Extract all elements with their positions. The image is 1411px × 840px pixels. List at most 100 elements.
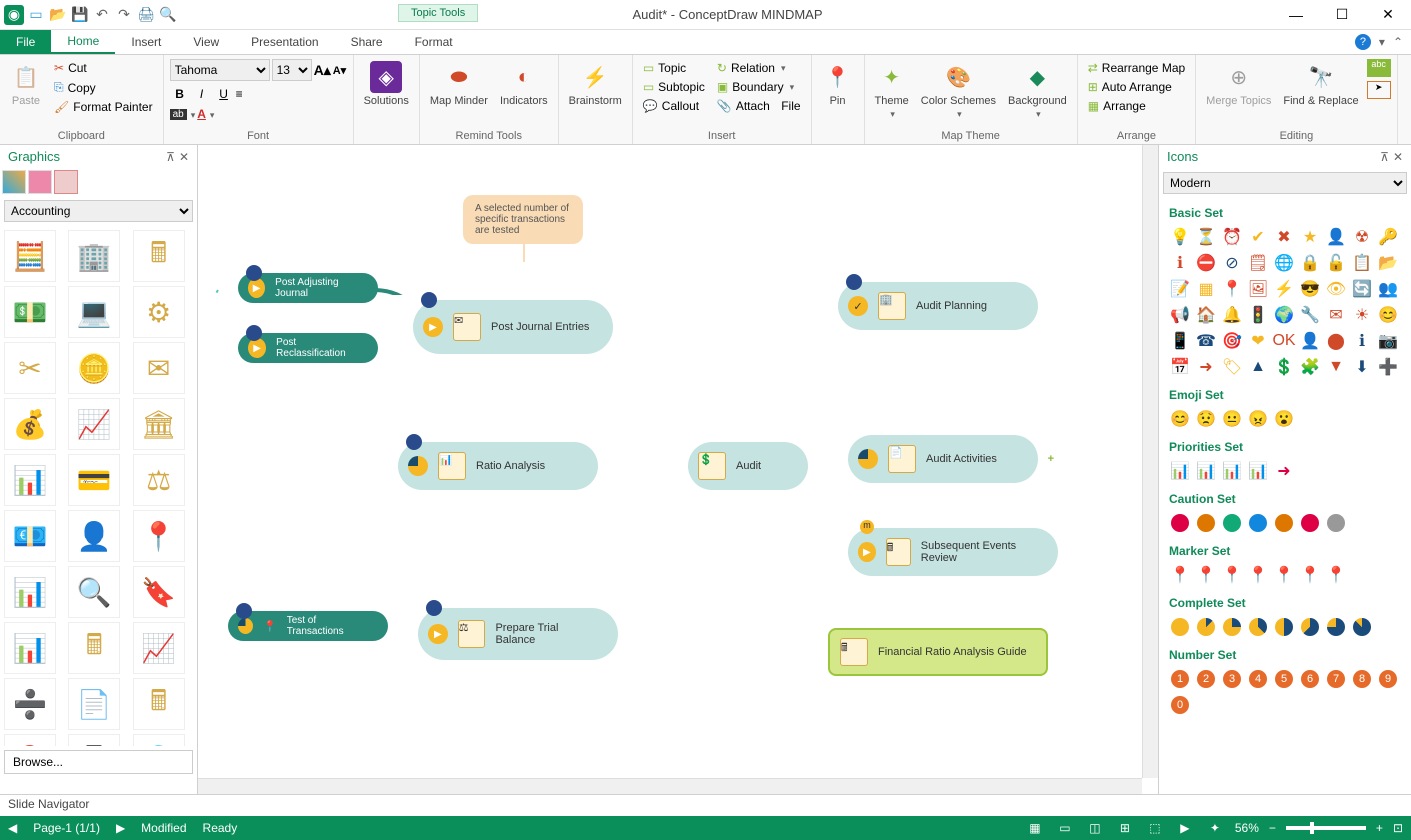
tab-presentation[interactable]: Presentation (235, 30, 334, 54)
complete-icon[interactable] (1351, 616, 1373, 638)
marker-icon[interactable]: 📍 (1169, 564, 1191, 586)
basic-icon[interactable]: ▼ (1325, 356, 1347, 378)
marker-icon[interactable]: 📍 (1325, 564, 1347, 586)
marker-icon[interactable]: 📍 (1195, 564, 1217, 586)
merge-topics-button[interactable]: ⊕Merge Topics (1202, 59, 1275, 109)
basic-icon[interactable]: ⊘ (1221, 252, 1243, 274)
browse-button[interactable]: Browse... (4, 750, 193, 774)
view-mode-2-icon[interactable]: ▭ (1055, 818, 1075, 838)
basic-icon[interactable]: 👁 (1325, 278, 1347, 300)
number-5-icon[interactable]: 5 (1273, 668, 1295, 690)
graphic-item[interactable]: 💵 (4, 286, 56, 338)
caution-icon[interactable] (1169, 512, 1191, 534)
horizontal-scrollbar[interactable] (198, 778, 1142, 794)
pin-panel-icon[interactable]: ⊼ (1380, 150, 1389, 164)
basic-icon[interactable]: 📅 (1169, 356, 1191, 378)
undo-icon[interactable]: ↶ (92, 5, 112, 25)
caution-icon[interactable] (1273, 512, 1295, 534)
basic-icon[interactable]: ✖ (1273, 226, 1295, 248)
relation-button[interactable]: ↻Relation (713, 59, 805, 77)
graphic-item[interactable]: ⚖ (133, 454, 185, 506)
find-abc-icon[interactable]: ➤ (1367, 81, 1391, 99)
font-size-select[interactable]: 13 (272, 59, 312, 81)
basic-icon[interactable]: ❤ (1247, 330, 1269, 352)
number-9-icon[interactable]: 9 (1377, 668, 1399, 690)
shrink-font-icon[interactable]: A▾ (333, 64, 346, 77)
copy-button[interactable]: ⎘Copy (50, 78, 157, 97)
graphics-tab-1[interactable] (2, 170, 26, 194)
graphic-item[interactable]: 📍 (133, 510, 185, 562)
complete-icon[interactable] (1169, 616, 1191, 638)
node-financial-ratio-guide[interactable]: 🖩 Financial Ratio Analysis Guide (828, 628, 1048, 676)
font-color-button[interactable]: A (197, 107, 206, 121)
basic-icon[interactable]: 📂 (1377, 252, 1399, 274)
color-schemes-button[interactable]: 🎨Color Schemes (917, 59, 1000, 122)
basic-icon[interactable]: 🗒 (1247, 252, 1269, 274)
print-icon[interactable]: 🖨 (136, 5, 156, 25)
prev-page-icon[interactable]: ◀ (8, 821, 17, 835)
basic-icon[interactable]: 🧩 (1299, 356, 1321, 378)
basic-icon[interactable]: ℹ (1351, 330, 1373, 352)
graphic-item[interactable]: 🏛 (133, 398, 185, 450)
rearrange-button[interactable]: ⇄Rearrange Map (1084, 59, 1189, 77)
graphic-item[interactable]: 📈 (68, 398, 120, 450)
graphic-item[interactable]: 📱 (68, 734, 120, 746)
highlight-dropdown[interactable] (189, 107, 196, 121)
caution-icon[interactable] (1195, 512, 1217, 534)
basic-icon[interactable]: 🏠 (1195, 304, 1217, 326)
basic-icon[interactable]: 👤 (1325, 226, 1347, 248)
basic-icon[interactable]: 🌍 (1273, 304, 1295, 326)
complete-icon[interactable] (1221, 616, 1243, 638)
icons-style-select[interactable]: Modern (1163, 172, 1407, 194)
callout-button[interactable]: 💬Callout (639, 97, 709, 115)
minimize-button[interactable]: — (1273, 0, 1319, 30)
number-0-icon[interactable]: 0 (1169, 694, 1191, 716)
zoom-level[interactable]: 56% (1235, 821, 1259, 835)
caution-icon[interactable] (1325, 512, 1347, 534)
cut-button[interactable]: ✂Cut (50, 59, 157, 77)
boundary-button[interactable]: ▣Boundary (713, 78, 805, 96)
preview-icon[interactable]: 🔍 (158, 5, 178, 25)
view-mode-4-icon[interactable]: ⊞ (1115, 818, 1135, 838)
basic-icon[interactable]: 📱 (1169, 330, 1191, 352)
graphic-item[interactable]: 💰 (4, 398, 56, 450)
font-color-dropdown[interactable] (208, 107, 215, 121)
priority-icon[interactable]: 📊 (1195, 460, 1217, 482)
options-icon[interactable]: ⌃ (1393, 35, 1403, 49)
basic-icon[interactable]: ⬤ (1325, 330, 1347, 352)
basic-icon[interactable]: 💲 (1273, 356, 1295, 378)
graphic-item[interactable]: ✉ (133, 342, 185, 394)
auto-arrange-button[interactable]: ⊞Auto Arrange (1084, 78, 1189, 96)
graphic-item[interactable]: 🏢 (68, 230, 120, 282)
basic-icon[interactable]: ☢ (1351, 226, 1373, 248)
close-panel-icon[interactable]: ✕ (1393, 150, 1403, 164)
complete-icon[interactable] (1195, 616, 1217, 638)
node-test-transactions[interactable]: 📍 Test of Transactions (228, 611, 388, 641)
redo-icon[interactable]: ↷ (114, 5, 134, 25)
vertical-scrollbar[interactable] (1142, 145, 1158, 778)
graphic-item[interactable]: ✂ (4, 342, 56, 394)
callout-note[interactable]: A selected number of specific transactio… (463, 195, 583, 244)
basic-icon[interactable]: ⏳ (1195, 226, 1217, 248)
tab-view[interactable]: View (177, 30, 235, 54)
tab-share[interactable]: Share (335, 30, 399, 54)
marker-icon[interactable]: 📍 (1273, 564, 1295, 586)
basic-icon[interactable]: OK (1273, 330, 1295, 352)
help-icon[interactable]: ? (1355, 34, 1371, 50)
node-prepare-trial[interactable]: ▶ ⚖ Prepare Trial Balance (418, 608, 618, 660)
graphic-item[interactable]: 📊 (4, 566, 56, 618)
basic-icon[interactable]: ☎ (1195, 330, 1217, 352)
caution-icon[interactable] (1299, 512, 1321, 534)
highlight-button[interactable]: ab (170, 109, 187, 120)
basic-icon[interactable]: 🔔 (1221, 304, 1243, 326)
graphic-item[interactable]: 👤 (68, 510, 120, 562)
graphic-item[interactable]: 🌐 (133, 734, 185, 746)
graphic-item[interactable]: 🔍 (68, 566, 120, 618)
arrange-button[interactable]: ▦Arrange (1084, 97, 1189, 115)
basic-icon[interactable]: 👤 (1299, 330, 1321, 352)
complete-icon[interactable] (1247, 616, 1269, 638)
node-subsequent-events[interactable]: m ▶ 🖩 Subsequent Events Review (848, 528, 1058, 576)
node-audit-activities[interactable]: 📄 Audit Activities + (848, 435, 1038, 483)
underline-button[interactable]: U (214, 87, 234, 101)
fit-page-icon[interactable]: ⊡ (1393, 821, 1403, 835)
